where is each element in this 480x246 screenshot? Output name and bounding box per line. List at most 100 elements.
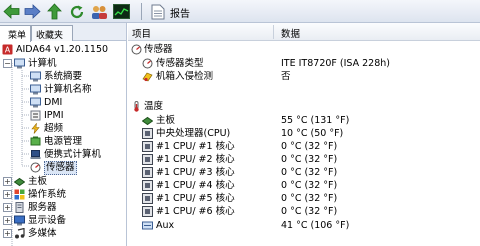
expand-toggle[interactable]: + (3, 190, 12, 199)
cpu-core-icon (142, 206, 153, 217)
table-row[interactable]: #1 CPU/ #1 核心 0 °C (32 °F) (128, 140, 480, 153)
cpu-core-icon (142, 167, 153, 178)
sensor-group-icon (131, 44, 142, 55)
row-value: 否 (281, 71, 291, 82)
table-row[interactable]: #1 CPU/ #2 核心 0 °C (32 °F) (128, 153, 480, 166)
table-row[interactable]: 主板 55 °C (131 °F) (128, 114, 480, 127)
tree-item-overclock[interactable]: 超频 (30, 122, 63, 135)
column-header: 项目 数据 (128, 23, 480, 41)
toolbar-separator (141, 3, 142, 20)
display-icon (14, 215, 25, 226)
tree-item-computer[interactable]: 计算机 (14, 57, 57, 70)
dmi-icon (30, 97, 41, 108)
chart-icon[interactable] (112, 2, 131, 21)
row-value: 41 °C (106 °F) (281, 220, 350, 231)
tree-item-power[interactable]: 电源管理 (30, 135, 82, 148)
up-arrow-icon[interactable] (45, 2, 64, 21)
cpu-core-icon (142, 180, 153, 191)
group-header-sensor: 传感器 (128, 43, 480, 56)
table-row[interactable]: 中央处理器(CPU) 10 °C (50 °F) (128, 127, 480, 140)
table-row[interactable]: #1 CPU/ #5 核心 0 °C (32 °F) (128, 192, 480, 205)
row-value: 0 °C (32 °F) (281, 167, 338, 178)
tree-item-motherboard[interactable]: 主板 (13, 175, 47, 188)
tree-item-sensor[interactable]: 传感器 (30, 160, 77, 175)
overclock-icon (30, 122, 41, 134)
tree-item-dmi[interactable]: DMI (30, 96, 62, 109)
column-divider[interactable] (273, 25, 274, 39)
aida64-icon: A (2, 44, 13, 55)
expand-toggle[interactable]: + (3, 203, 12, 212)
chassis-icon (142, 71, 153, 82)
tree-item-display[interactable]: 显示设备 (14, 214, 66, 227)
server-icon (14, 202, 25, 213)
tree-item-multimedia[interactable]: 多媒体 (14, 227, 57, 240)
row-value: 10 °C (50 °F) (281, 128, 344, 139)
cpu-core-icon (142, 193, 153, 204)
toolbar: 报告 (0, 0, 480, 23)
tree-item-os[interactable]: 操作系统 (14, 188, 66, 201)
thermometer-icon (131, 101, 142, 112)
motherboard-icon (13, 176, 26, 187)
computer-name-icon (30, 84, 41, 95)
power-icon (30, 136, 41, 147)
summary-icon (30, 71, 41, 82)
refresh-icon[interactable] (67, 2, 86, 21)
row-value: ITE IT8720F (ISA 228h) (281, 58, 390, 69)
row-item: #1 CPU/ #3 核心 (156, 167, 235, 178)
row-value: 0 °C (32 °F) (281, 154, 338, 165)
row-value: 0 °C (32 °F) (281, 180, 338, 191)
computer-icon (14, 58, 25, 69)
row-item: Aux (156, 220, 175, 231)
row-value: 0 °C (32 °F) (281, 206, 338, 217)
row-item: #1 CPU/ #6 核心 (156, 206, 235, 217)
users-icon[interactable] (89, 2, 108, 21)
column-header-item[interactable]: 项目 (132, 26, 151, 40)
table-row[interactable]: Aux 41 °C (106 °F) (128, 219, 480, 232)
cpu-core-icon (142, 154, 153, 165)
tree-item-ipmi[interactable]: IPMI (30, 109, 64, 122)
column-header-data[interactable]: 数据 (281, 26, 300, 40)
svg-text:A: A (5, 46, 11, 55)
multimedia-icon (14, 227, 25, 239)
details-pane: 项目 数据 传感器 传感器类型 ITE IT8720F (ISA 228h) 机… (128, 23, 480, 246)
expand-toggle[interactable]: + (3, 216, 12, 225)
cpu-icon (142, 128, 153, 139)
row-value: 0 °C (32 °F) (281, 193, 338, 204)
row-item: #1 CPU/ #4 核心 (156, 180, 235, 191)
row-item: 机箱入侵检测 (156, 71, 214, 82)
row-item: 传感器类型 (156, 58, 204, 69)
forward-arrow-icon[interactable] (23, 2, 42, 21)
row-item: #1 CPU/ #1 核心 (156, 141, 235, 152)
motherboard-icon (141, 115, 154, 126)
tree-item-system-summary[interactable]: 系统摘要 (30, 70, 82, 83)
sensor-icon (30, 162, 41, 173)
report-button-label[interactable]: 报告 (170, 5, 190, 20)
report-icon[interactable] (148, 2, 167, 21)
tree-item-laptop[interactable]: 便携式计算机 (30, 148, 101, 161)
cpu-core-icon (142, 141, 153, 152)
sensor-icon (142, 58, 153, 69)
table-row[interactable]: 传感器类型 ITE IT8720F (ISA 228h) (128, 57, 480, 70)
aux-icon (142, 220, 153, 231)
expand-toggle[interactable]: + (3, 229, 12, 238)
row-item: #1 CPU/ #2 核心 (156, 154, 235, 165)
navigation-pane: 菜单 收藏夹 A AIDA64 v1.20.1150 − 计算机 系统摘要 计算… (0, 23, 127, 246)
table-row[interactable]: 机箱入侵检测 否 (128, 70, 480, 83)
table-row[interactable]: #1 CPU/ #3 核心 0 °C (32 °F) (128, 166, 480, 179)
table-row[interactable]: #1 CPU/ #6 核心 0 °C (32 °F) (128, 205, 480, 218)
back-arrow-icon[interactable] (2, 2, 21, 21)
row-value: 0 °C (32 °F) (281, 141, 338, 152)
table-row[interactable]: #1 CPU/ #4 核心 0 °C (32 °F) (128, 179, 480, 192)
row-item: 中央处理器(CPU) (156, 128, 231, 139)
laptop-icon (30, 149, 41, 160)
group-header-temperature: 温度 (128, 100, 480, 113)
row-item: #1 CPU/ #5 核心 (156, 193, 235, 204)
os-icon (14, 189, 25, 200)
expand-toggle[interactable]: + (3, 177, 12, 186)
tree-item-aida64[interactable]: A AIDA64 v1.20.1150 (2, 43, 108, 56)
tree-item-computer-name[interactable]: 计算机名称 (30, 83, 92, 96)
collapse-toggle[interactable]: − (3, 59, 12, 68)
ipmi-icon (30, 110, 41, 121)
tree-item-server[interactable]: 服务器 (14, 201, 57, 214)
row-value: 55 °C (131 °F) (281, 115, 350, 126)
